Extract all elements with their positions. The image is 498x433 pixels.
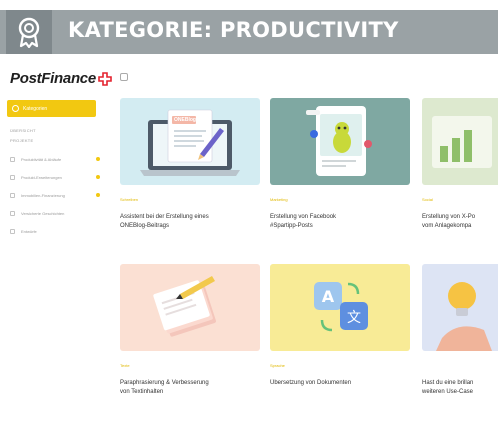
sidebar-item-real-estate[interactable]: Immobilien-Finanzierung <box>10 190 100 200</box>
card-title: Hast du eine brillan weiteren Use-Case <box>422 379 498 396</box>
status-badge <box>96 157 100 161</box>
category-banner: KATEGORIE: PRODUCTIVITY <box>0 10 498 54</box>
card-tag <box>422 363 498 369</box>
card-title-line: weiteren Use-Case <box>422 388 474 395</box>
card-title: Erstellung von Facebook #Spartipp-Posts <box>270 213 410 230</box>
chart-illustration <box>432 116 492 168</box>
social-post-illustration <box>306 106 372 176</box>
card-title: Erstellung von X-Po vom Anlagekompa <box>422 213 498 230</box>
card-new-use-case[interactable]: Hast du eine brillan weiteren Use-Case <box>422 264 498 396</box>
document-icon <box>10 174 15 180</box>
svg-text:A: A <box>322 287 335 306</box>
card-title-line: #Spartipp-Posts <box>270 222 313 229</box>
award-badge-icon <box>6 10 52 54</box>
status-badge <box>96 175 100 179</box>
card-title-line: von Textinhalten <box>120 388 164 395</box>
sidebar-item-stories[interactable]: Versicherte Geschichten <box>10 208 100 218</box>
card-x-posts[interactable]: Social Erstellung von X-Po vom Anlagekom… <box>422 98 498 230</box>
card-facebook-posts[interactable]: Marketing Erstellung von Facebook #Spart… <box>270 98 410 230</box>
logo-text: PostFinance <box>10 70 96 87</box>
card-title-line: Hast du eine brillan <box>422 380 474 386</box>
notepad-pencil-illustration <box>153 276 216 337</box>
card-image <box>422 264 498 351</box>
status-badge <box>96 193 100 197</box>
card-image <box>422 98 498 185</box>
app-window: PostFinance Kategorien ÜBERSICHT PROJEKT… <box>0 58 498 433</box>
laptop-blog-illustration <box>140 109 240 176</box>
card-oneblog-assistant[interactable]: ONEBlog Schreiben Assistent bei der Erst… <box>120 98 260 230</box>
sidebar-item-product-extensions[interactable]: Produkt-Erweiterungen <box>10 172 100 182</box>
sidebar-item-label: Produktivität & Abläufe <box>21 156 62 162</box>
banner-title: KATEGORIE: PRODUCTIVITY <box>68 18 399 42</box>
categories-button-label: Kategorien <box>23 105 48 112</box>
card-image: A 文 <box>270 264 410 351</box>
card-title: Paraphrasierung & Verbesserung von Texti… <box>120 379 260 396</box>
translate-illustration: A 文 <box>314 282 368 332</box>
card-image: ONEBlog <box>120 98 260 185</box>
card-image <box>270 98 410 185</box>
card-tag: Sprache <box>270 363 285 368</box>
document-icon <box>10 192 15 198</box>
card-paraphrasing[interactable]: Texte Paraphrasierung & Verbesserung von… <box>120 264 260 396</box>
card-title-line: Paraphrasierung & Verbesserung <box>120 380 209 386</box>
svg-text:文: 文 <box>347 310 361 326</box>
card-title-line: Übersetzung von Dokumenten <box>270 380 352 386</box>
sidebar-heading-overview: ÜBERSICHT <box>10 128 36 133</box>
sidebar-item-drafts[interactable]: Entwürfe <box>10 226 100 236</box>
document-icon <box>10 156 15 162</box>
card-title-line: Assistent bei der Erstellung eines <box>120 214 209 220</box>
menu-icon[interactable] <box>120 73 128 81</box>
sidebar-item-label: Immobilien-Finanzierung <box>21 192 65 198</box>
card-translation[interactable]: A 文 Sprache Übersetzung von Dokumenten <box>270 264 410 388</box>
card-tag: Social <box>422 197 433 202</box>
document-icon <box>10 228 15 234</box>
card-title-line: vom Anlagekompa <box>422 222 472 229</box>
card-title-line: Erstellung von X-Po <box>422 214 476 220</box>
sidebar-item-label: Entwürfe <box>21 228 37 234</box>
sidebar-item-label: Versicherte Geschichten <box>21 210 65 216</box>
sidebar-item-label: Produkt-Erweiterungen <box>21 174 62 180</box>
card-tag: Texte <box>120 363 130 368</box>
document-icon <box>10 210 15 216</box>
swiss-cross-icon <box>98 71 112 86</box>
sidebar-item-productivity[interactable]: Produktivität & Abläufe <box>10 154 100 164</box>
plus-circle-icon <box>12 105 19 112</box>
card-title-line: ONEBlog-Beitrags <box>120 222 170 229</box>
card-title: Übersetzung von Dokumenten <box>270 379 410 388</box>
card-title-line: Erstellung von Facebook <box>270 214 337 220</box>
card-tag: Marketing <box>270 197 288 202</box>
card-title: Assistent bei der Erstellung eines ONEBl… <box>120 213 260 230</box>
card-tag: Schreiben <box>120 197 139 202</box>
lightbulb-illustration <box>436 282 492 351</box>
categories-button[interactable]: Kategorien <box>7 100 96 117</box>
card-image <box>120 264 260 351</box>
card-image-label: ONEBlog <box>174 117 196 123</box>
postfinance-logo[interactable]: PostFinance <box>10 70 112 87</box>
sidebar-heading-projects: PROJEKTE <box>10 138 34 143</box>
